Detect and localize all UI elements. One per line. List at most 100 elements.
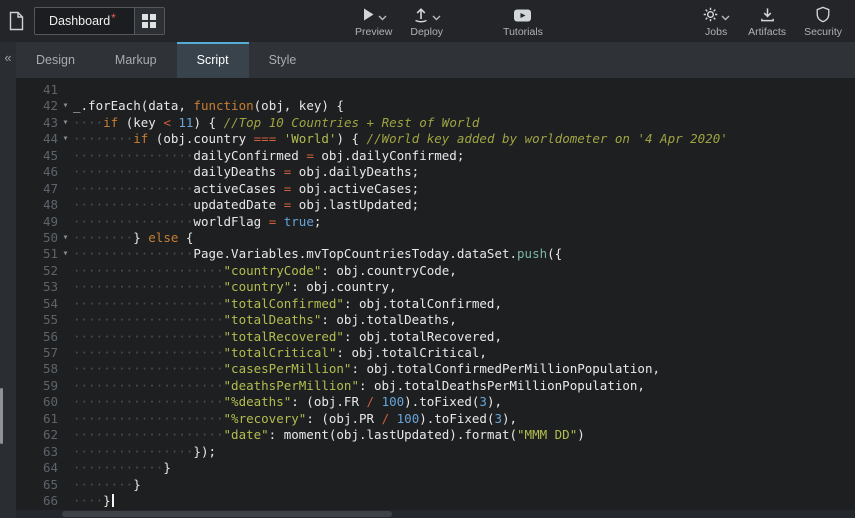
whitespace-dots: ···················· bbox=[73, 378, 224, 393]
fold-arrow-icon[interactable]: ▾ bbox=[58, 246, 73, 262]
tutorials-button[interactable]: Tutorials bbox=[494, 0, 552, 42]
code-line[interactable]: 65········} bbox=[16, 477, 855, 493]
code-line[interactable]: 62····················"date": moment(obj… bbox=[16, 427, 855, 443]
code-line[interactable]: 66····} bbox=[16, 493, 855, 509]
code-text: ········} else { bbox=[73, 230, 855, 246]
code-text: ················worldFlag = true; bbox=[73, 214, 855, 230]
line-number: 43 bbox=[16, 115, 58, 131]
whitespace-dots: ········ bbox=[73, 477, 133, 492]
code-line[interactable]: 46················dailyDeaths = obj.dail… bbox=[16, 164, 855, 180]
code-line[interactable]: 52 ····················"countryCode": obj… bbox=[16, 263, 855, 279]
code-line[interactable]: 50▾········} else { bbox=[16, 230, 855, 246]
code-line[interactable]: 61····················"%recovery": (obj.… bbox=[16, 411, 855, 427]
code-line[interactable]: 41 bbox=[16, 82, 855, 98]
fold-gutter bbox=[58, 148, 73, 164]
fold-arrow-icon[interactable]: ▾ bbox=[58, 98, 73, 114]
fold-arrow-icon[interactable]: ▾ bbox=[58, 131, 73, 147]
preview-button[interactable]: Preview bbox=[346, 0, 401, 42]
chevron-down-icon bbox=[721, 15, 730, 21]
fold-gutter bbox=[58, 411, 73, 427]
top-bar: Dashboard * Preview bbox=[0, 0, 855, 42]
deploy-button[interactable]: Deploy bbox=[401, 0, 452, 42]
left-panel-scrollbar[interactable] bbox=[0, 388, 3, 444]
tab-style[interactable]: Style bbox=[249, 42, 317, 78]
tab-design[interactable]: Design bbox=[16, 42, 95, 78]
artifacts-button[interactable]: Artifacts bbox=[739, 0, 795, 42]
pages-grid-button[interactable] bbox=[134, 8, 164, 34]
code-line[interactable]: 55····················"totalDeaths": obj… bbox=[16, 312, 855, 328]
whitespace-dots: ···················· bbox=[73, 411, 224, 426]
whitespace-dots: ···················· bbox=[73, 329, 224, 344]
download-icon bbox=[759, 6, 776, 23]
whitespace-dots: ················ bbox=[73, 164, 193, 179]
code-line[interactable]: 64············} bbox=[16, 460, 855, 476]
whitespace-dots: ················ bbox=[73, 444, 193, 459]
line-number: 61 bbox=[16, 411, 58, 427]
fold-gutter bbox=[58, 427, 73, 443]
text-cursor bbox=[112, 494, 114, 507]
line-number: 45 bbox=[16, 148, 58, 164]
security-label: Security bbox=[804, 26, 842, 38]
code-line[interactable]: 58····················"casesPerMillion":… bbox=[16, 361, 855, 377]
fold-gutter bbox=[58, 263, 73, 279]
code-line[interactable]: 47················activeCases = obj.acti… bbox=[16, 181, 855, 197]
fold-gutter bbox=[58, 477, 73, 493]
line-number: 50 bbox=[16, 230, 58, 246]
code-line[interactable]: 48 ················updatedDate = obj.last… bbox=[16, 197, 855, 213]
code-text: ····················"totalConfirmed": ob… bbox=[73, 296, 855, 312]
fold-gutter bbox=[58, 329, 73, 345]
code-line[interactable]: 49················worldFlag = true; bbox=[16, 214, 855, 230]
chevron-down-icon bbox=[432, 15, 441, 21]
line-number: 52 bbox=[16, 263, 58, 279]
code-line[interactable]: 56····················"totalRecovered": … bbox=[16, 329, 855, 345]
code-line[interactable]: 59····················"deathsPerMillion"… bbox=[16, 378, 855, 394]
line-number: 60 bbox=[16, 394, 58, 410]
code-editor[interactable]: 4142▾_.forEach(data, function(obj, key) … bbox=[16, 78, 855, 510]
code-text: ················updatedDate = obj.lastUp… bbox=[73, 197, 855, 213]
line-number: 48 bbox=[16, 197, 58, 213]
deploy-icon bbox=[412, 6, 430, 23]
collapse-panel-chevron[interactable]: « bbox=[0, 51, 16, 65]
line-number: 54 bbox=[16, 296, 58, 312]
code-text: ····················"countryCode": obj.c… bbox=[73, 263, 855, 279]
horizontal-scrollbar[interactable] bbox=[16, 510, 855, 518]
code-text: ················}); bbox=[73, 444, 855, 460]
video-icon bbox=[513, 8, 532, 23]
code-line[interactable]: 53····················"country": obj.cou… bbox=[16, 279, 855, 295]
code-line[interactable]: 60····················"%deaths": (obj.FR… bbox=[16, 394, 855, 410]
tab-script[interactable]: Script bbox=[177, 42, 249, 78]
tab-markup[interactable]: Markup bbox=[95, 42, 177, 78]
jobs-button[interactable]: Jobs bbox=[693, 0, 739, 42]
code-line[interactable]: 42▾_.forEach(data, function(obj, key) { bbox=[16, 98, 855, 114]
code-line[interactable]: 44▾········if (obj.country === 'World') … bbox=[16, 131, 855, 147]
fold-gutter bbox=[58, 312, 73, 328]
chevron-down-icon bbox=[378, 15, 387, 21]
code-line[interactable]: 54 ····················"totalConfirmed": … bbox=[16, 296, 855, 312]
dashboard-page-tab[interactable]: Dashboard * bbox=[34, 7, 165, 35]
code-text: ····if (key < 11) { //Top 10 Countries +… bbox=[73, 115, 855, 131]
code-line[interactable]: 43▾····if (key < 11) { //Top 10 Countrie… bbox=[16, 115, 855, 131]
code-line[interactable]: 57····················"totalCritical": o… bbox=[16, 345, 855, 361]
fold-arrow-icon[interactable]: ▾ bbox=[58, 230, 73, 246]
horizontal-scrollbar-thumb[interactable] bbox=[62, 511, 392, 517]
whitespace-dots: ········ bbox=[73, 230, 133, 245]
code-text: ················Page.Variables.mvTopCoun… bbox=[73, 246, 855, 262]
fold-gutter bbox=[58, 493, 73, 509]
line-number: 63 bbox=[16, 444, 58, 460]
whitespace-dots: ················ bbox=[73, 214, 193, 229]
whitespace-dots: ········ bbox=[73, 131, 133, 146]
security-button[interactable]: Security bbox=[795, 0, 851, 42]
line-number: 66 bbox=[16, 493, 58, 509]
code-line[interactable]: 51▾················Page.Variables.mvTopC… bbox=[16, 246, 855, 262]
shield-icon bbox=[815, 6, 831, 23]
code-line[interactable]: 63 ················}); bbox=[16, 444, 855, 460]
preview-label: Preview bbox=[355, 26, 392, 38]
jobs-label: Jobs bbox=[705, 26, 727, 38]
fold-arrow-icon[interactable]: ▾ bbox=[58, 115, 73, 131]
whitespace-dots: ···················· bbox=[73, 361, 224, 376]
line-number: 65 bbox=[16, 477, 58, 493]
whitespace-dots: ···· bbox=[73, 115, 103, 130]
code-line[interactable]: 45················dailyConfirmed = obj.d… bbox=[16, 148, 855, 164]
code-text: ················dailyDeaths = obj.dailyD… bbox=[73, 164, 855, 180]
fold-gutter bbox=[58, 181, 73, 197]
